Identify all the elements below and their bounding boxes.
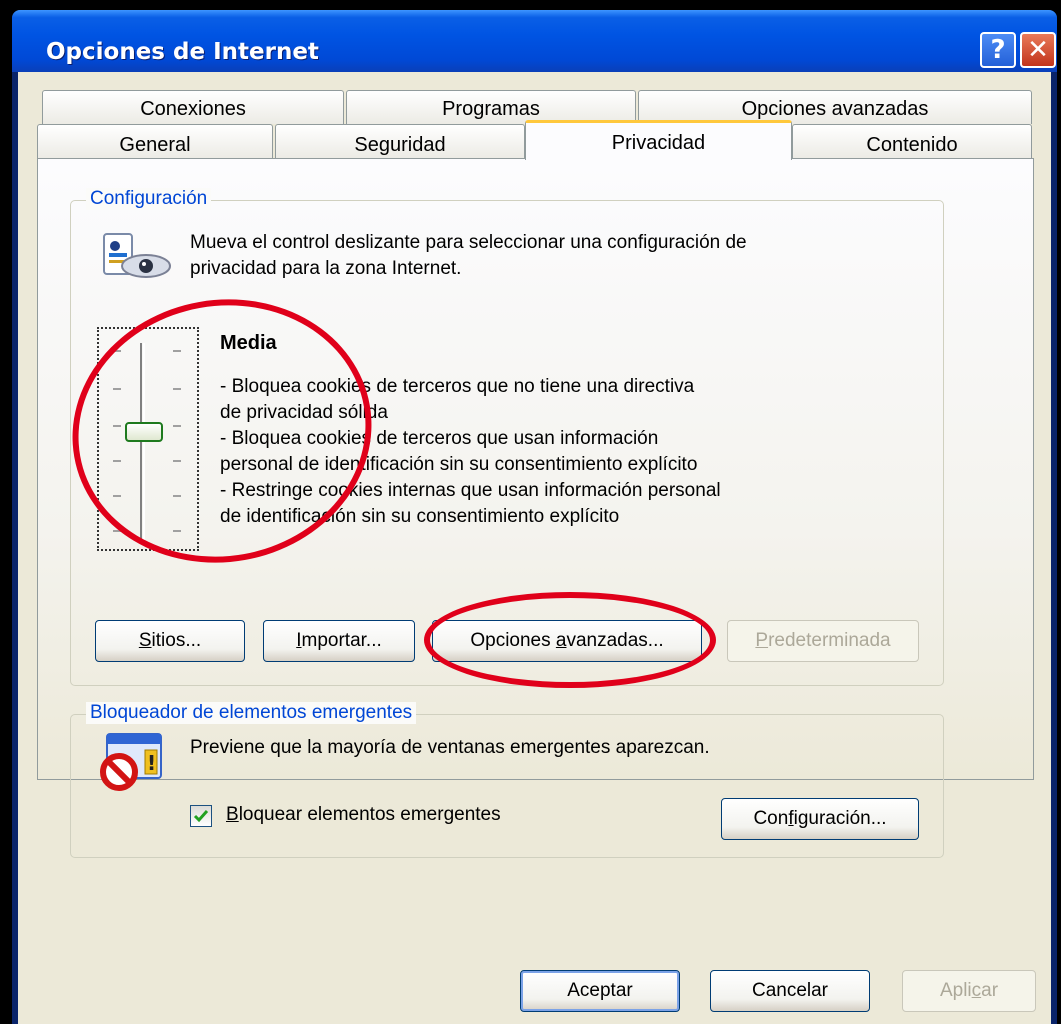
- popup-blocker-description: Previene que la mayoría de ventanas emer…: [190, 737, 710, 758]
- aplicar-button: Aplicar: [902, 970, 1036, 1012]
- cancelar-button[interactable]: Cancelar: [710, 970, 870, 1012]
- tab-general[interactable]: General: [37, 124, 273, 158]
- tab-label: Programas: [442, 98, 540, 120]
- annotation-ellipse-avanzadas: [424, 592, 716, 688]
- popup-configuracion-button[interactable]: Configuración...: [721, 798, 919, 840]
- popup-blocker-icon: !: [100, 733, 162, 791]
- predeterminada-button: Predeterminada: [727, 620, 919, 662]
- bloquear-checkbox[interactable]: [190, 805, 212, 827]
- tab-programas[interactable]: Programas: [346, 90, 636, 124]
- importar-button[interactable]: Importar...: [263, 620, 415, 662]
- tab-conexiones[interactable]: Conexiones: [42, 90, 344, 124]
- tab-contenido[interactable]: Contenido: [792, 124, 1032, 158]
- importar-button-label: Importar...: [296, 630, 382, 651]
- predeterminada-button-label: Predeterminada: [755, 630, 891, 651]
- privacy-eye-icon: [103, 233, 171, 278]
- tab-opciones-avanzadas[interactable]: Opciones avanzadas: [638, 90, 1032, 124]
- tab-privacidad[interactable]: Privacidad: [525, 120, 792, 160]
- popup-blocker-legend: Bloqueador de elementos emergentes: [86, 702, 417, 724]
- cancelar-button-label: Cancelar: [751, 980, 829, 1001]
- window-title: Opciones de Internet: [46, 39, 319, 65]
- tab-seguridad[interactable]: Seguridad: [275, 124, 525, 158]
- config-description-line2: privacidad para la zona Internet.: [190, 258, 462, 279]
- configuracion-legend: Configuración: [86, 188, 212, 210]
- sitios-button[interactable]: Sitios...: [95, 620, 245, 662]
- close-button[interactable]: ✕: [1020, 32, 1056, 68]
- bloquear-checkbox-label[interactable]: Bloquear elementos emergentes: [226, 802, 501, 828]
- sitios-button-label: Sitios...: [138, 630, 202, 651]
- help-button[interactable]: ?: [980, 32, 1016, 68]
- tab-label: Contenido: [866, 134, 958, 156]
- tab-label: Conexiones: [140, 98, 246, 120]
- svg-text:!: !: [147, 751, 156, 775]
- help-icon: ?: [990, 35, 1006, 65]
- tab-label: General: [119, 134, 191, 156]
- title-bar[interactable]: Opciones de Internet ? ✕: [12, 10, 1057, 72]
- tab-label: Seguridad: [354, 134, 446, 156]
- popup-configuracion-button-label: Configuración...: [753, 808, 887, 829]
- tab-label: Privacidad: [611, 132, 706, 154]
- checkmark-icon: [193, 810, 209, 823]
- config-description-line1: Mueva el control deslizante para selecci…: [190, 232, 747, 253]
- aceptar-button[interactable]: Aceptar: [520, 970, 680, 1012]
- aceptar-button-label: Aceptar: [567, 980, 633, 1001]
- close-icon: ✕: [1027, 35, 1049, 65]
- tab-label: Opciones avanzadas: [741, 98, 929, 120]
- aplicar-button-label: Aplicar: [939, 980, 999, 1001]
